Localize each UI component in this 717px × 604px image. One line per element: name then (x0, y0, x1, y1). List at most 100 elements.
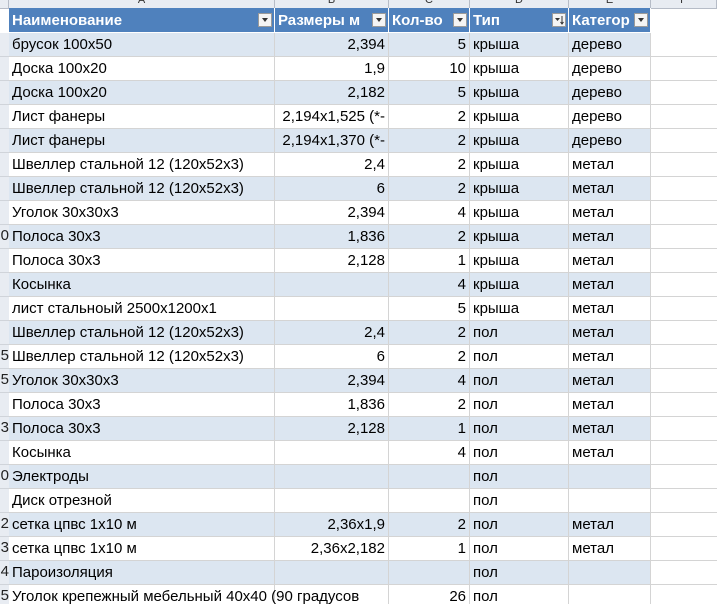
cell-f[interactable] (651, 225, 717, 249)
row-number[interactable]: 5 (0, 345, 9, 369)
cell-category[interactable]: метал (569, 345, 651, 369)
cell-type[interactable]: крыша (470, 297, 569, 321)
cell-type[interactable]: пол (470, 585, 569, 604)
cell-name[interactable]: Полоса 30х3 (9, 417, 275, 441)
row-number[interactable]: 5 (0, 585, 9, 604)
cell-category[interactable]: метал (569, 297, 651, 321)
row-number[interactable] (0, 249, 9, 273)
cell-size[interactable]: 2,194х1,370 (*- (275, 129, 389, 153)
cell-f[interactable] (651, 513, 717, 537)
cell-f[interactable] (651, 33, 717, 57)
cell-size[interactable] (275, 489, 389, 513)
cell-name[interactable]: Уголок крепежный мебельный 40х40 (90 гра… (9, 585, 359, 604)
column-letter-a[interactable]: A (9, 0, 275, 8)
cell-category[interactable]: дерево (569, 129, 651, 153)
cell-size[interactable] (275, 561, 389, 585)
row-number[interactable] (0, 321, 9, 345)
cell-category[interactable]: метал (569, 225, 651, 249)
cell-name[interactable]: Швеллер стальной 12 (120х52х3) (9, 321, 275, 345)
cell-type[interactable]: пол (470, 441, 569, 465)
cell-f[interactable] (651, 297, 717, 321)
cell-qty[interactable] (389, 561, 470, 585)
cell-size[interactable]: 1,836 (275, 393, 389, 417)
row-number[interactable] (0, 201, 9, 225)
cell-f[interactable] (651, 489, 717, 513)
cell-type[interactable]: крыша (470, 249, 569, 273)
cell-qty[interactable]: 2 (389, 177, 470, 201)
row-number[interactable]: 0 (0, 225, 9, 249)
cell-size[interactable]: 6 (275, 345, 389, 369)
cell-size[interactable]: 2,128 (275, 417, 389, 441)
cell-f[interactable] (651, 393, 717, 417)
cell-category[interactable]: метал (569, 273, 651, 297)
cell-category[interactable]: дерево (569, 33, 651, 57)
cell-category[interactable]: метал (569, 441, 651, 465)
cell-name[interactable]: Швеллер стальной 12 (120х52х3) (9, 177, 275, 201)
column-letter-b[interactable]: B (275, 0, 389, 8)
cell-size[interactable] (275, 465, 389, 489)
cell-type[interactable]: крыша (470, 153, 569, 177)
cell-qty[interactable]: 1 (389, 417, 470, 441)
cell-type[interactable]: крыша (470, 225, 569, 249)
cell-name[interactable]: лист стальноый 2500х1200х1 (9, 297, 275, 321)
cell-type[interactable]: крыша (470, 105, 569, 129)
cell-category[interactable] (569, 561, 651, 585)
cell-qty[interactable]: 10 (389, 57, 470, 81)
cell-type[interactable]: крыша (470, 177, 569, 201)
column-letter-f[interactable]: F (651, 0, 717, 8)
cell-category[interactable]: метал (569, 417, 651, 441)
filter-dropdown-icon[interactable] (372, 13, 386, 27)
cell-f[interactable] (651, 153, 717, 177)
cell-type[interactable]: пол (470, 561, 569, 585)
filter-dropdown-icon[interactable] (634, 13, 648, 27)
cell-f[interactable] (651, 249, 717, 273)
row-number[interactable]: 5 (0, 369, 9, 393)
cell-f[interactable] (651, 129, 717, 153)
cell-name[interactable]: Доска 100х20 (9, 57, 275, 81)
row-number[interactable] (0, 489, 9, 513)
cell-type[interactable]: пол (470, 369, 569, 393)
cell-name[interactable]: Уголок 30х30х3 (9, 369, 275, 393)
cell-f[interactable] (651, 105, 717, 129)
cell-size[interactable]: 2,194х1,525 (*- (275, 105, 389, 129)
cell-size[interactable]: 2,182 (275, 81, 389, 105)
cell-qty[interactable]: 2 (389, 129, 470, 153)
cell-size[interactable] (275, 441, 389, 465)
cell-name[interactable]: Диск отрезной (9, 489, 275, 513)
row-number[interactable] (0, 273, 9, 297)
cell-qty[interactable]: 2 (389, 345, 470, 369)
row-number[interactable] (0, 33, 9, 57)
cell-type[interactable]: крыша (470, 33, 569, 57)
spreadsheet[interactable]: ABCDEF брусок 100х50 2,394 5 крыша дерево Дос… (0, 0, 717, 604)
row-number[interactable] (0, 177, 9, 201)
cell-qty[interactable]: 5 (389, 297, 470, 321)
cell-category[interactable]: дерево (569, 81, 651, 105)
cell-size[interactable]: 2,36х2,182 (275, 537, 389, 561)
column-f-cells[interactable] (651, 33, 717, 604)
cell-category[interactable]: дерево (569, 57, 651, 81)
cell-category[interactable]: метал (569, 537, 651, 561)
cell-type[interactable]: крыша (470, 129, 569, 153)
cell-name[interactable]: Уголок 30х30х3 (9, 201, 275, 225)
cell-f[interactable] (651, 321, 717, 345)
cell-type[interactable]: пол (470, 465, 569, 489)
cell-name[interactable]: Косынка (9, 273, 275, 297)
row-number[interactable]: 2 (0, 513, 9, 537)
cell-qty[interactable]: 4 (389, 273, 470, 297)
cell-type[interactable]: пол (470, 489, 569, 513)
cell-qty[interactable]: 1 (389, 249, 470, 273)
cell-category[interactable]: метал (569, 321, 651, 345)
row-number[interactable] (0, 153, 9, 177)
cell-f[interactable] (651, 201, 717, 225)
cell-f[interactable] (651, 177, 717, 201)
cell-qty[interactable]: 1 (389, 537, 470, 561)
cell-f[interactable] (651, 585, 717, 604)
cell-type[interactable]: пол (470, 417, 569, 441)
filter-dropdown-icon[interactable] (258, 13, 272, 27)
cell-qty[interactable]: 5 (389, 81, 470, 105)
cell-size[interactable] (275, 273, 389, 297)
cell-qty[interactable] (389, 489, 470, 513)
cell-name[interactable]: Полоса 30х3 (9, 225, 275, 249)
cell-category[interactable]: метал (569, 393, 651, 417)
cell-category[interactable]: дерево (569, 105, 651, 129)
